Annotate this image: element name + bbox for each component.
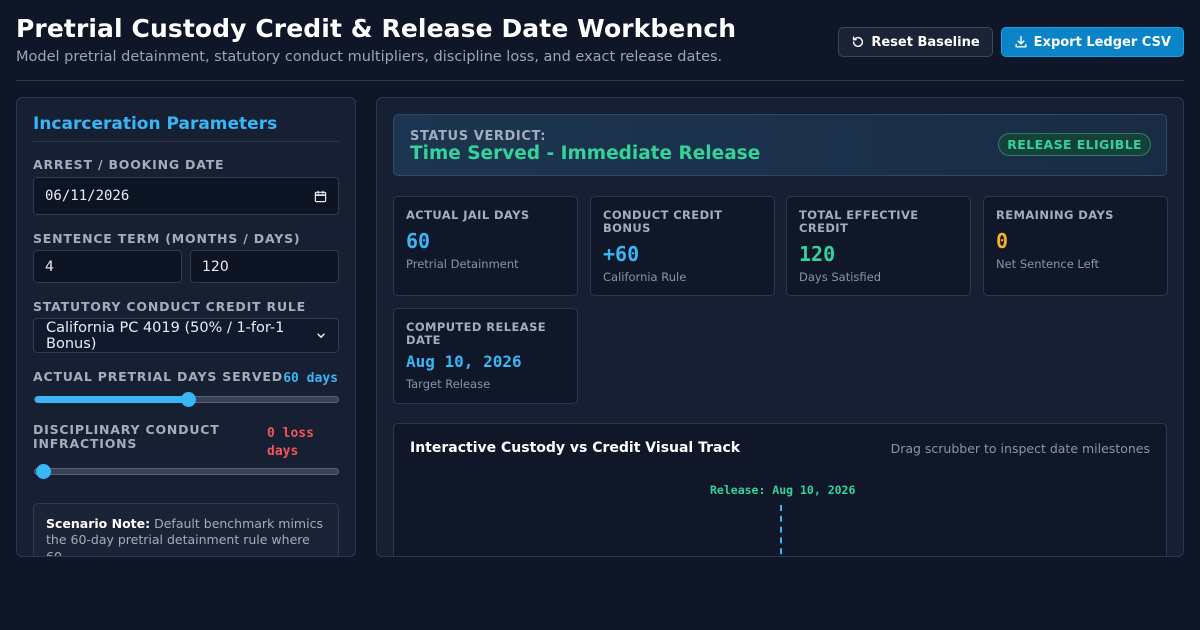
infractions-value-line1: 0 loss [267,426,314,441]
computed-release-date-card: COMPUTED RELEASE DATE Aug 10, 2026 Targe… [393,308,578,404]
card-value: 60 [406,229,431,253]
infractions-label-line2: INFRACTIONS [33,435,138,451]
sentence-days-input[interactable]: 120 [190,250,339,283]
refresh-icon [853,36,864,48]
card-subtitle: Net Sentence Left [996,257,1100,271]
infractions-slider[interactable] [34,464,339,479]
remaining-days-card: REMAINING DAYS 0 Net Sentence Left [983,196,1168,296]
conduct-rule-label: STATUTORY CONDUCT CREDIT RULE [33,299,306,314]
sentence-months-input[interactable]: 4 [33,250,182,283]
panel-title: Incarceration Parameters [33,114,278,134]
card-label: REMAINING DAYS [996,208,1114,222]
arrest-date-label: ARREST / BOOKING DATE [33,157,225,172]
header-actions: Reset Baseline Export Ledger CSV [838,27,1184,57]
card-subtitle: Target Release [406,377,491,391]
card-label: CONDUCT CREDIT BONUS [603,208,723,235]
release-marker-line[interactable] [780,505,782,556]
card-label: ACTUAL JAIL DAYS [406,208,530,222]
export-ledger-label: Export Ledger CSV [1033,34,1171,50]
card-value: 120 [799,242,836,266]
track-hint: Drag scrubber to inspect date milestones [890,441,1150,456]
custody-credit-track: Interactive Custody vs Credit Visual Tra… [393,423,1167,556]
export-ledger-button[interactable]: Export Ledger CSV [1000,27,1184,57]
status-badge: RELEASE ELIGIBLE [998,133,1151,156]
conduct-rule-select[interactable]: California PC 4019 (50% / 1-for-1 Bonus) [33,318,339,353]
panel-divider [33,141,339,142]
results-panel: STATUS VERDICT: Time Served - Immediate … [376,97,1184,557]
chevron-down-icon [317,333,325,338]
card-subtitle: California Rule [603,270,687,284]
header: Pretrial Custody Credit & Release Date W… [16,14,1184,65]
track-title: Interactive Custody vs Credit Visual Tra… [410,440,741,456]
sentence-term-label: SENTENCE TERM (MONTHS / DAYS) [33,231,301,246]
arrest-date-input[interactable]: 06/11/2026 [33,177,339,215]
header-divider [16,80,1184,81]
conduct-credit-card: CONDUCT CREDIT BONUS +60 California Rule [590,196,775,296]
infractions-slider-thumb[interactable] [36,464,51,479]
status-verdict-text: Time Served - Immediate Release [410,143,761,164]
pretrial-days-slider-thumb[interactable] [180,392,196,407]
infractions-value: 0 loss days [267,425,314,461]
reset-baseline-label: Reset Baseline [871,34,980,50]
conduct-rule-value: California PC 4019 (50% / 1-for-1 Bonus) [46,319,285,352]
arrest-date-value: 06/11/2026 [45,188,130,204]
infractions-label: DISCIPLINARY CONDUCT INFRACTIONS [33,423,220,451]
scenario-note: Scenario Note: Default benchmark mimics … [33,503,339,556]
release-marker-label: Release: Aug 10, 2026 [710,483,856,497]
infractions-label-line1: DISCIPLINARY CONDUCT [33,422,220,437]
total-effective-credit-card: TOTAL EFFECTIVE CREDIT 120 Days Satisfie… [786,196,971,296]
status-verdict-label: STATUS VERDICT: [410,129,547,144]
pretrial-days-value: 60 days [283,371,338,386]
calendar-icon[interactable] [314,190,327,203]
card-subtitle: Days Satisfied [799,270,882,284]
card-subtitle: Pretrial Detainment [406,257,519,271]
incarceration-parameters-panel: Incarceration Parameters ARREST / BOOKIN… [16,97,356,557]
infractions-value-line2: days [267,444,299,460]
card-label: COMPUTED RELEASE DATE [406,320,547,347]
pretrial-days-slider[interactable] [34,392,339,407]
card-label: TOTAL EFFECTIVE CREDIT [799,208,919,235]
card-value: Aug 10, 2026 [406,352,522,371]
reset-baseline-button[interactable]: Reset Baseline [838,27,993,57]
pretrial-days-label: ACTUAL PRETRIAL DAYS SERVED [33,369,283,384]
download-icon [1015,36,1027,48]
scenario-note-title: Scenario Note: [46,516,151,531]
card-value: 0 [996,229,1009,253]
status-verdict: STATUS VERDICT: Time Served - Immediate … [393,114,1167,176]
card-value: +60 [603,242,640,266]
pretrial-days-slider-fill [35,396,188,403]
actual-jail-days-card: ACTUAL JAIL DAYS 60 Pretrial Detainment [393,196,578,296]
